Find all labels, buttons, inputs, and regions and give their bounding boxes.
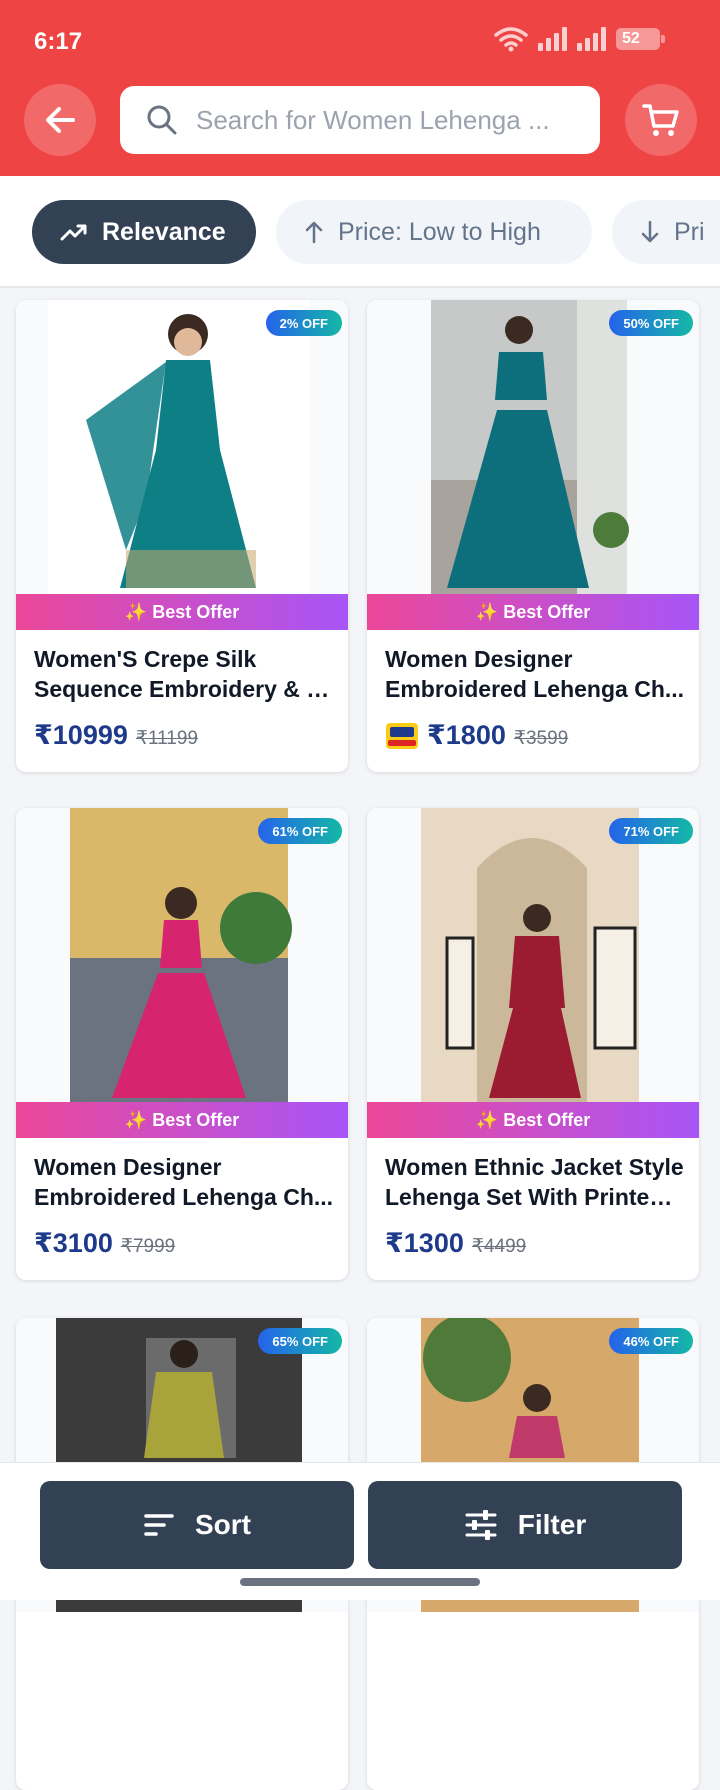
product-title: Women'S Crepe Silk Sequence Embroidery &… xyxy=(34,644,334,704)
discount-badge: 61% OFF xyxy=(258,818,342,844)
status-time: 6:17 xyxy=(34,28,83,55)
product-card[interactable]: 50% OFF ✨ Best Offer Women Designer Embr… xyxy=(367,300,699,772)
product-title-line2: Embroidered Lehenga Ch... xyxy=(34,1184,334,1210)
best-offer-banner: ✨ Best Offer xyxy=(367,594,699,630)
product-price: ₹10999 xyxy=(34,720,128,750)
product-mrp: ₹3599 xyxy=(513,728,569,749)
discount-badge: 2% OFF xyxy=(265,310,342,336)
arrow-up-icon xyxy=(305,221,323,244)
search-icon xyxy=(147,105,177,135)
product-title: Women Designer Embroidered Lehenga Ch... xyxy=(34,1152,334,1212)
product-mrp: ₹7999 xyxy=(120,1236,176,1257)
best-offer-banner: ✨ Best Offer xyxy=(16,1102,348,1138)
discount-badge: 50% OFF xyxy=(609,310,693,336)
product-image xyxy=(16,808,348,1102)
product-price: ₹1800 xyxy=(427,720,506,750)
cart-icon xyxy=(642,104,679,136)
arrow-left-icon xyxy=(46,107,75,133)
signal-icon xyxy=(538,27,567,51)
sort-button[interactable]: Sort xyxy=(40,1481,354,1569)
product-title-line1: Women Designer xyxy=(34,1154,222,1180)
price-row: ₹3100 ₹7999 xyxy=(34,1228,175,1259)
product-title-line1: Women Designer xyxy=(385,646,573,672)
product-card[interactable]: 2% OFF ✨ Best Offer Women'S Crepe Silk S… xyxy=(16,300,348,772)
battery-icon: 52 xyxy=(616,28,665,50)
chip-label: Price: Low to High xyxy=(338,217,541,246)
best-offer-banner: ✨ Best Offer xyxy=(367,1102,699,1138)
product-card[interactable]: 71% OFF ✨ Best Offer Women Ethnic Jacket… xyxy=(367,808,699,1280)
product-title-line2: Lehenga Set With Printed ... xyxy=(385,1184,685,1210)
product-photo xyxy=(421,808,639,1102)
product-title: Women Ethnic Jacket Style Lehenga Set Wi… xyxy=(385,1152,685,1212)
product-title-line1: Women Ethnic Jacket Style xyxy=(385,1154,684,1180)
chip-price-low-high[interactable]: Price: Low to High xyxy=(276,200,592,264)
price-row: ₹1300 ₹4499 xyxy=(385,1228,526,1259)
price-row: ₹10999 ₹11199 xyxy=(34,720,198,751)
chip-label: Pri xyxy=(674,217,705,246)
filter-label: Filter xyxy=(517,1509,587,1540)
product-title-line2: Sequence Embroidery & Z... xyxy=(34,676,334,702)
product-title: Women Designer Embroidered Lehenga Ch... xyxy=(385,644,685,704)
product-price: ₹1300 xyxy=(385,1228,464,1258)
product-price: ₹3100 xyxy=(34,1228,113,1258)
chip-label: Relevance xyxy=(102,217,226,246)
product-card[interactable]: 61% OFF ✨ Best Offer Women Designer Embr… xyxy=(16,808,348,1280)
battery-level: 52 xyxy=(622,30,640,47)
search-input[interactable]: Search for Women Lehenga ... xyxy=(120,86,600,154)
app-header: 6:17 52 Search for Women Lehenga ... xyxy=(0,0,720,176)
trending-up-icon xyxy=(60,224,87,241)
product-title-line2: Embroidered Lehenga Ch... xyxy=(385,676,685,702)
product-photo xyxy=(431,300,629,594)
chip-relevance[interactable]: Relevance xyxy=(32,200,256,264)
status-bar: 6:17 52 xyxy=(0,0,720,80)
sort-label: Sort xyxy=(195,1509,251,1540)
wow-best-offer-badge-icon xyxy=(386,722,418,749)
search-placeholder: Search for Women Lehenga ... xyxy=(196,104,550,135)
product-mrp: ₹4499 xyxy=(471,1236,527,1257)
wifi-icon xyxy=(494,27,528,52)
product-image xyxy=(16,300,348,594)
filter-sliders-icon xyxy=(465,1510,497,1540)
product-image xyxy=(367,808,699,1102)
back-button[interactable] xyxy=(24,84,96,156)
discount-badge: 65% OFF xyxy=(258,1328,342,1354)
discount-badge: 71% OFF xyxy=(609,818,693,844)
arrow-down-icon xyxy=(641,220,659,243)
gesture-bar[interactable] xyxy=(240,1578,480,1586)
product-photo xyxy=(48,300,310,594)
best-offer-banner: ✨ Best Offer xyxy=(16,594,348,630)
discount-badge: 46% OFF xyxy=(609,1328,693,1354)
product-image xyxy=(367,300,699,594)
product-mrp: ₹11199 xyxy=(135,728,198,749)
product-photo xyxy=(70,808,292,1102)
status-icons: 52 xyxy=(494,26,665,52)
cart-button[interactable] xyxy=(625,84,697,156)
price-row: ₹1800 ₹3599 xyxy=(385,720,568,751)
sort-icon xyxy=(144,1514,174,1536)
signal-icon-2 xyxy=(577,27,606,51)
sort-chip-bar: Relevance Price: Low to High Pri xyxy=(0,176,720,288)
chip-price-high-low[interactable]: Pri xyxy=(612,200,720,264)
filter-button[interactable]: Filter xyxy=(368,1481,682,1569)
product-title-line1: Women'S Crepe Silk xyxy=(34,646,257,672)
